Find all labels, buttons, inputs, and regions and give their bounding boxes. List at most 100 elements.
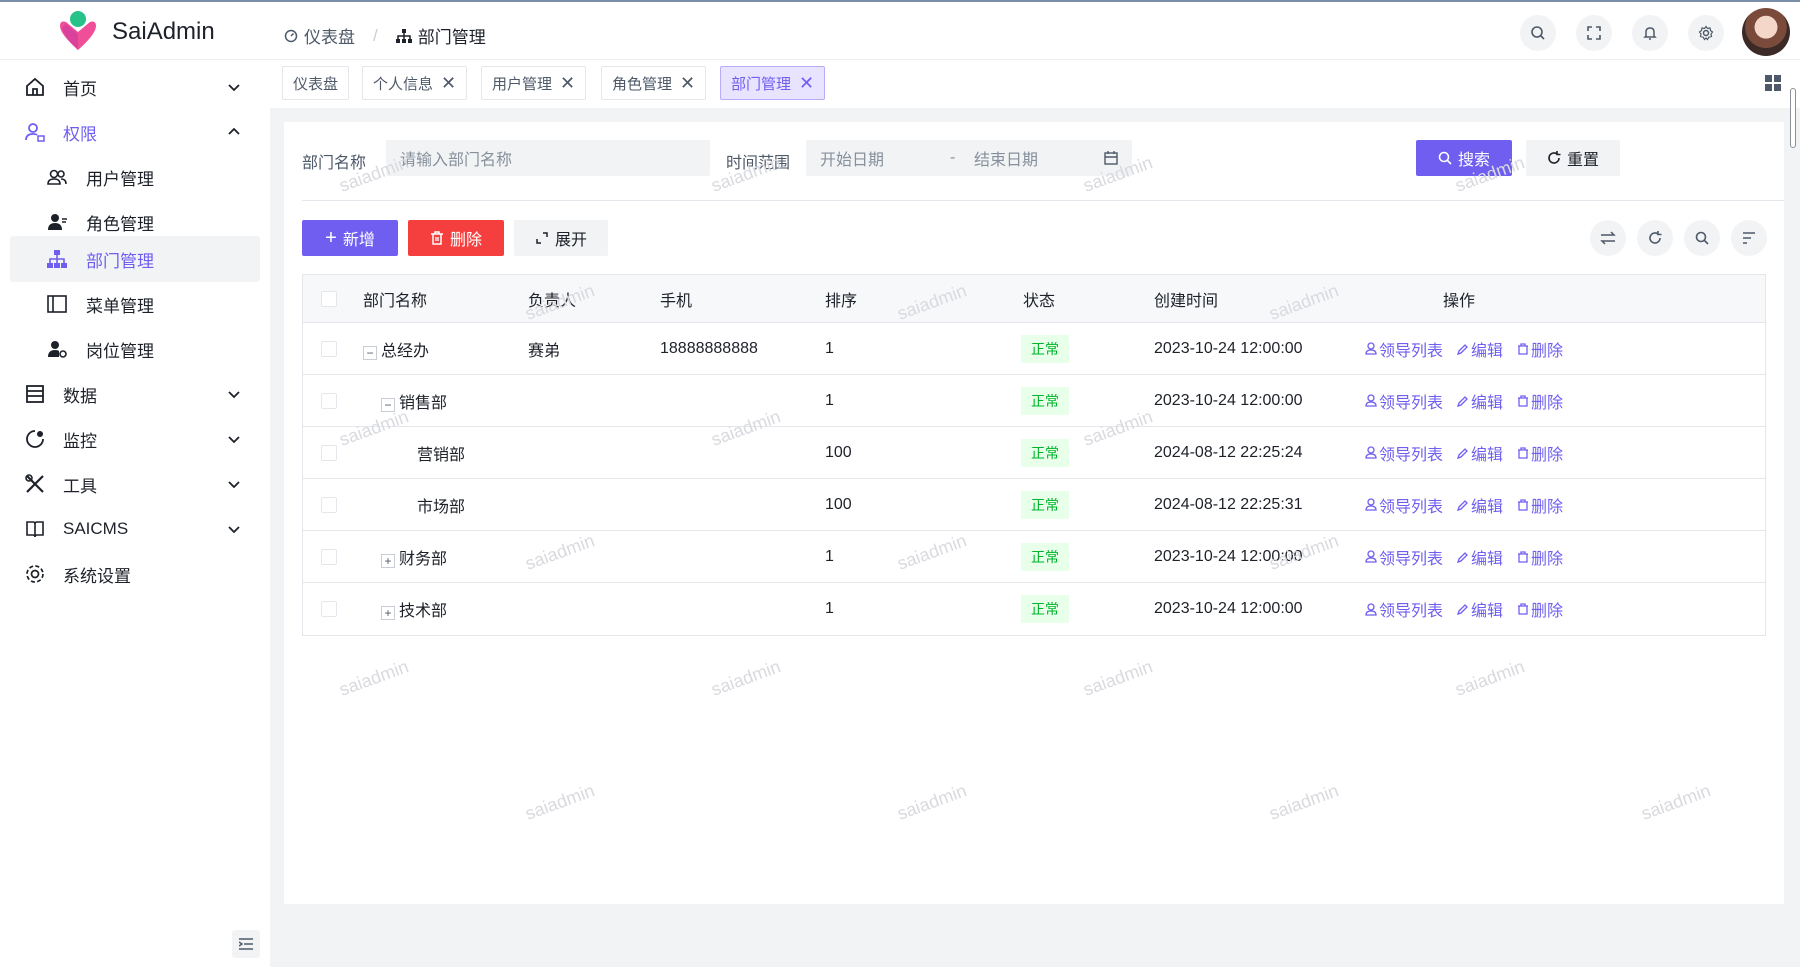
tab-label: 个人信息 <box>373 75 434 93</box>
tab-departments[interactable]: 部门管理 ✕ <box>720 66 826 100</box>
dept-name-cell: − 销售部 <box>381 389 447 413</box>
close-icon[interactable]: ✕ <box>560 74 575 92</box>
row-checkbox[interactable] <box>321 444 337 461</box>
refresh-button[interactable] <box>1637 220 1673 256</box>
delete-link[interactable]: 删除 <box>1517 441 1563 465</box>
edit-label: 编辑 <box>1471 342 1504 360</box>
sidebar-item-saicms[interactable]: SAICMS <box>10 506 260 552</box>
page-scrollbar[interactable] <box>1790 88 1796 148</box>
phone: 18888888888 <box>660 339 758 357</box>
end-date-placeholder: 结束日期 <box>974 152 1039 169</box>
sidebar-item-home[interactable]: 首页 <box>10 64 260 110</box>
watermark: saiadmin <box>894 780 970 824</box>
leaders-link[interactable]: 领导列表 <box>1365 337 1443 361</box>
close-icon[interactable]: ✕ <box>680 74 695 92</box>
sidebar-item-label: 部门管理 <box>86 251 154 271</box>
leaders-link[interactable]: 领导列表 <box>1365 545 1443 569</box>
close-icon[interactable]: ✕ <box>799 74 814 92</box>
trash-icon <box>1518 603 1529 615</box>
edit-link[interactable]: 编辑 <box>1457 493 1503 517</box>
select-all-checkbox[interactable] <box>321 290 337 307</box>
collapse-sidebar-button[interactable] <box>232 930 260 958</box>
collapse-toggle-icon[interactable]: − <box>381 397 395 412</box>
tab-dashboard[interactable]: 仪表盘 <box>282 66 350 100</box>
tab-roles[interactable]: 角色管理 ✕ <box>601 66 707 100</box>
edit-icon <box>1457 447 1468 459</box>
table-header: 部门名称 负责人 手机 排序 状态 创建时间 操作 <box>303 275 1765 323</box>
sidebar-item-label: 工具 <box>63 476 97 496</box>
dept-name: 技术部 <box>399 603 448 620</box>
delete-link[interactable]: 删除 <box>1517 597 1563 621</box>
column-swap-button[interactable] <box>1590 220 1626 256</box>
trash-icon <box>1518 550 1529 563</box>
dept-name-input[interactable]: 请输入部门名称 <box>386 140 710 176</box>
reset-button[interactable]: 重置 <box>1526 140 1620 176</box>
edit-link[interactable]: 编辑 <box>1457 337 1503 361</box>
apps-grid-icon[interactable] <box>1764 74 1782 92</box>
sidebar-item-menus[interactable]: 菜单管理 <box>10 281 260 327</box>
user-icon <box>1365 394 1377 407</box>
expand-toggle-icon[interactable]: + <box>381 553 395 568</box>
collapse-toggle-icon[interactable]: − <box>363 345 377 360</box>
row-checkbox[interactable] <box>321 496 337 513</box>
brand-name: SaiAdmin <box>112 18 215 45</box>
row-checkbox[interactable] <box>321 392 337 409</box>
delete-link[interactable]: 删除 <box>1517 493 1563 517</box>
breadcrumb-home[interactable]: 仪表盘 <box>284 23 355 48</box>
expand-toggle-icon[interactable]: + <box>381 606 395 620</box>
delete-label: 删除 <box>1531 498 1564 516</box>
tab-profile[interactable]: 个人信息 ✕ <box>362 66 468 100</box>
tab-users[interactable]: 用户管理 ✕ <box>481 66 587 100</box>
row-actions: 领导列表 编辑 删除 <box>1365 545 1563 569</box>
header-leader: 负责人 <box>528 292 577 310</box>
edit-link[interactable]: 编辑 <box>1457 441 1503 465</box>
row-checkbox[interactable] <box>321 601 337 617</box>
watermark: saiadmin <box>336 656 412 700</box>
column-settings-button[interactable] <box>1731 220 1767 256</box>
user-avatar[interactable] <box>1742 8 1790 56</box>
search-form: 部门名称 请输入部门名称 时间范围 开始日期 - 结束日期 搜索 重置 <box>302 140 1772 178</box>
sort: 100 <box>825 443 852 461</box>
edit-link[interactable]: 编辑 <box>1457 389 1503 413</box>
leaders-link[interactable]: 领导列表 <box>1365 389 1443 413</box>
row-actions: 领导列表 编辑 删除 <box>1365 389 1563 413</box>
header-dept-name: 部门名称 <box>363 292 428 310</box>
close-icon[interactable]: ✕ <box>441 74 456 92</box>
leaders-link[interactable]: 领导列表 <box>1365 597 1443 621</box>
toggle-search-button[interactable] <box>1684 220 1720 256</box>
date-range-picker[interactable]: 开始日期 - 结束日期 <box>806 140 1132 176</box>
fullscreen-button[interactable] <box>1576 15 1612 51</box>
delete-link[interactable]: 删除 <box>1517 337 1563 361</box>
table-row: − 销售部 1 正常 2023-10-24 12:00:00 领导列表 编辑 删除 <box>303 375 1765 427</box>
leaders-link[interactable]: 领导列表 <box>1365 493 1443 517</box>
global-search-button[interactable] <box>1520 15 1556 51</box>
row-checkbox[interactable] <box>321 548 337 565</box>
sidebar-item-label: 岗位管理 <box>86 341 154 361</box>
row-checkbox[interactable] <box>321 340 337 357</box>
add-button[interactable]: + 新增 <box>302 220 398 256</box>
sidebar-item-permissions[interactable]: 权限 <box>10 109 260 155</box>
status-badge: 正常 <box>1021 490 1069 519</box>
sidebar-item-departments[interactable]: 部门管理 <box>10 236 260 282</box>
sidebar-item-system-settings[interactable]: 系统设置 <box>10 551 260 597</box>
notifications-button[interactable] <box>1632 15 1668 51</box>
sidebar-item-label: 权限 <box>63 124 97 144</box>
sidebar-item-data[interactable]: 数据 <box>10 371 260 417</box>
header-sort: 排序 <box>825 292 858 310</box>
sidebar-item-tools[interactable]: 工具 <box>10 461 260 507</box>
sidebar-item-posts[interactable]: 岗位管理 <box>10 326 260 372</box>
search-button[interactable]: 搜索 <box>1416 140 1512 176</box>
delete-link[interactable]: 删除 <box>1517 545 1563 569</box>
edit-link[interactable]: 编辑 <box>1457 545 1503 569</box>
settings-button[interactable] <box>1688 15 1724 51</box>
tab-label: 部门管理 <box>731 75 792 93</box>
delete-link[interactable]: 删除 <box>1517 389 1563 413</box>
sidebar-item-users[interactable]: 用户管理 <box>10 154 260 200</box>
expand-button[interactable]: 展开 <box>514 220 608 256</box>
leader: 赛弟 <box>528 342 561 360</box>
book-icon <box>26 521 44 538</box>
delete-button[interactable]: 删除 <box>408 220 504 256</box>
sidebar-item-monitor[interactable]: 监控 <box>10 416 260 462</box>
leaders-link[interactable]: 领导列表 <box>1365 441 1443 465</box>
edit-link[interactable]: 编辑 <box>1457 597 1503 621</box>
